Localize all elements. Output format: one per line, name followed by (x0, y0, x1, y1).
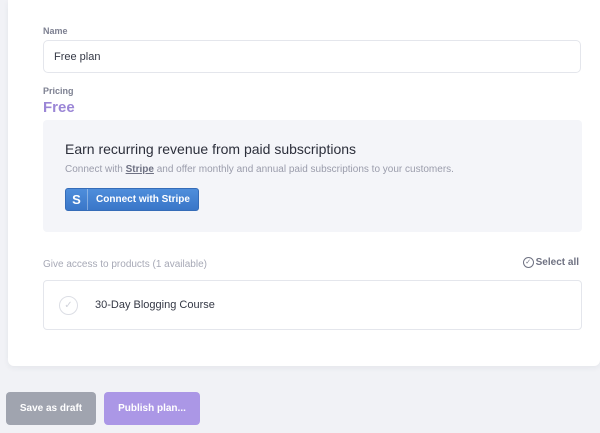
stripe-heading: Earn recurring revenue from paid subscri… (65, 141, 357, 157)
connect-stripe-label: Connect with Stripe (96, 194, 190, 205)
select-all-label: Select all (535, 257, 579, 268)
name-label: Name (43, 26, 68, 36)
stripe-link[interactable]: Stripe (126, 164, 154, 175)
name-input[interactable] (43, 40, 581, 73)
publish-plan-button[interactable]: Publish plan... (104, 392, 200, 425)
stripe-description: Connect with Stripe and offer monthly an… (65, 164, 454, 175)
stripe-desc-text: Connect with (65, 164, 126, 175)
save-as-draft-button[interactable]: Save as draft (6, 392, 96, 425)
pricing-label: Pricing (43, 86, 74, 96)
product-item[interactable]: ✓ 30-Day Blogging Course (43, 280, 582, 330)
product-name: 30-Day Blogging Course (95, 299, 215, 311)
stripe-desc-text-end: and offer monthly and annual paid subscr… (153, 164, 454, 175)
products-label: Give access to products (1 available) (43, 259, 207, 270)
check-circle-icon: ✓ (522, 257, 534, 268)
pricing-value: Free (43, 99, 75, 116)
select-all-button[interactable]: ✓ Select all (522, 257, 579, 268)
plan-form-card: Name Pricing Free Earn recurring revenue… (8, 0, 600, 366)
connect-stripe-button[interactable]: S Connect with Stripe (65, 188, 199, 211)
check-circle-icon[interactable]: ✓ (59, 295, 78, 315)
stripe-logo-icon: S (66, 189, 88, 210)
stripe-connect-panel: Earn recurring revenue from paid subscri… (43, 120, 582, 232)
